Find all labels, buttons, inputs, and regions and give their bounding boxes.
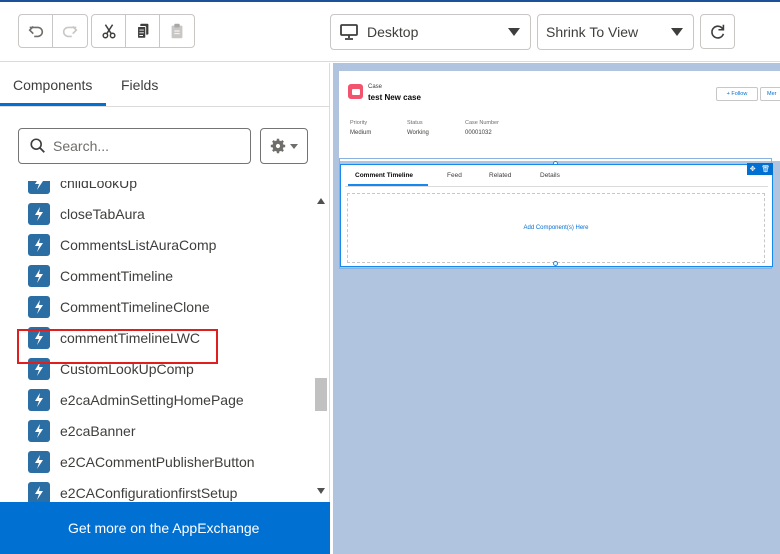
tab-comment-timeline[interactable]: Comment Timeline: [355, 172, 413, 179]
zoom-select-value: Shrink To View: [546, 24, 639, 40]
paste-button[interactable]: [160, 15, 194, 47]
active-tab-indicator: [0, 103, 106, 106]
scroll-thumb[interactable]: [315, 378, 327, 411]
refresh-icon: [710, 24, 724, 39]
field-value: Working: [407, 130, 429, 136]
list-item[interactable]: CommentTimelineClone: [28, 295, 210, 319]
drop-zone[interactable]: Add Component(s) Here: [347, 193, 765, 263]
chevron-down-icon: [671, 28, 683, 36]
active-tab-indicator: [348, 184, 428, 186]
tab-details[interactable]: Details: [540, 172, 560, 179]
record-header[interactable]: Case test New case + Follow Mer Priority…: [339, 71, 780, 161]
device-select-value: Desktop: [367, 24, 419, 40]
lightning-component-icon: [28, 234, 50, 256]
list-item-label: e2caBanner: [60, 423, 136, 439]
chevron-down-icon: [290, 143, 298, 149]
field-label: Case Number: [465, 120, 499, 126]
tab-divider: [345, 186, 768, 187]
list-item[interactable]: CommentTimeline: [28, 264, 173, 288]
undo-redo-group: [18, 14, 88, 48]
desktop-icon: [340, 24, 358, 40]
list-item-label: e2CACommentPublisherButton: [60, 454, 255, 470]
redo-icon: [62, 25, 78, 38]
list-item[interactable]: e2caBanner: [28, 419, 136, 443]
resize-handle[interactable]: [553, 261, 558, 266]
object-label: Case: [368, 84, 383, 90]
scroll-down-arrow-icon[interactable]: [317, 488, 325, 494]
lightning-component-icon: [28, 482, 50, 502]
delete-icon[interactable]: 🗑: [761, 165, 770, 173]
cut-icon: [101, 24, 116, 39]
highlight-annotation-box: [17, 329, 218, 364]
component-toolbar[interactable]: ✥ 🗑: [747, 163, 773, 175]
lightning-component-icon: [28, 389, 50, 411]
lightning-component-icon: [28, 451, 50, 473]
components-panel: Components Fields Search... childLookUp …: [0, 63, 330, 554]
search-placeholder: Search...: [53, 138, 110, 154]
lightning-component-icon: [28, 265, 50, 287]
record-title: test New case: [368, 93, 421, 102]
list-item-label: CommentTimelineClone: [60, 299, 210, 315]
lightning-component-icon: [28, 203, 50, 225]
list-item[interactable]: e2caAdminSettingHomePage: [28, 388, 244, 412]
clipboard-group: [91, 14, 195, 48]
search-input[interactable]: Search...: [18, 128, 251, 164]
undo-icon: [28, 25, 43, 38]
list-item-label: CommentTimeline: [60, 268, 174, 284]
list-item-label: childLookUp: [60, 181, 138, 191]
list-scrollbar[interactable]: [313, 191, 329, 501]
lightning-component-icon: [28, 296, 50, 318]
tab-feed[interactable]: Feed: [447, 172, 462, 179]
paste-icon: [171, 23, 183, 39]
lightning-component-icon: [28, 420, 50, 442]
case-icon: [348, 84, 363, 99]
zoom-select[interactable]: Shrink To View: [537, 14, 694, 50]
gear-icon: [270, 138, 286, 154]
copy-button[interactable]: [126, 15, 160, 47]
list-item-label: e2CAConfigurationfirstSetup: [60, 485, 238, 501]
list-item[interactable]: e2CAConfigurationfirstSetup: [28, 481, 237, 502]
move-icon[interactable]: ✥: [750, 165, 756, 173]
list-item-label: closeTabAura: [60, 206, 145, 222]
list-item-label: CommentsListAuraComp: [60, 237, 217, 253]
list-item-label: e2caAdminSettingHomePage: [60, 392, 244, 408]
settings-menu-button[interactable]: [260, 128, 308, 164]
appexchange-button[interactable]: Get more on the AppExchange: [0, 502, 330, 554]
panel-tabs: Components Fields: [0, 63, 329, 107]
list-item[interactable]: childLookUp: [28, 181, 137, 195]
builder-toolbar: Desktop Shrink To View: [0, 2, 780, 62]
page-canvas: Case test New case + Follow Mer Priority…: [333, 63, 780, 554]
tabs-component[interactable]: Comment Timeline Feed Related Details Ad…: [340, 164, 773, 267]
tab-components[interactable]: Components: [13, 77, 92, 93]
field-label: Status: [407, 120, 423, 126]
search-icon: [30, 138, 45, 153]
scroll-up-arrow-icon[interactable]: [317, 198, 325, 204]
cut-button[interactable]: [92, 15, 126, 47]
list-item[interactable]: closeTabAura: [28, 202, 145, 226]
field-value: Medium: [350, 130, 372, 136]
copy-icon: [136, 23, 148, 39]
field-label: Priority: [350, 120, 368, 126]
chevron-down-icon: [508, 28, 520, 36]
redo-button[interactable]: [53, 15, 87, 47]
lightning-component-icon: [28, 181, 50, 194]
tab-fields[interactable]: Fields: [121, 77, 158, 93]
list-item[interactable]: e2CACommentPublisherButton: [28, 450, 255, 474]
device-select[interactable]: Desktop: [330, 14, 531, 50]
follow-button[interactable]: + Follow: [716, 87, 758, 101]
more-button[interactable]: Mer: [760, 87, 780, 101]
field-value: 00001032: [465, 130, 492, 136]
undo-button[interactable]: [19, 15, 53, 47]
refresh-button[interactable]: [700, 14, 735, 49]
list-item[interactable]: CommentsListAuraComp: [28, 233, 216, 257]
tab-related[interactable]: Related: [489, 172, 511, 179]
